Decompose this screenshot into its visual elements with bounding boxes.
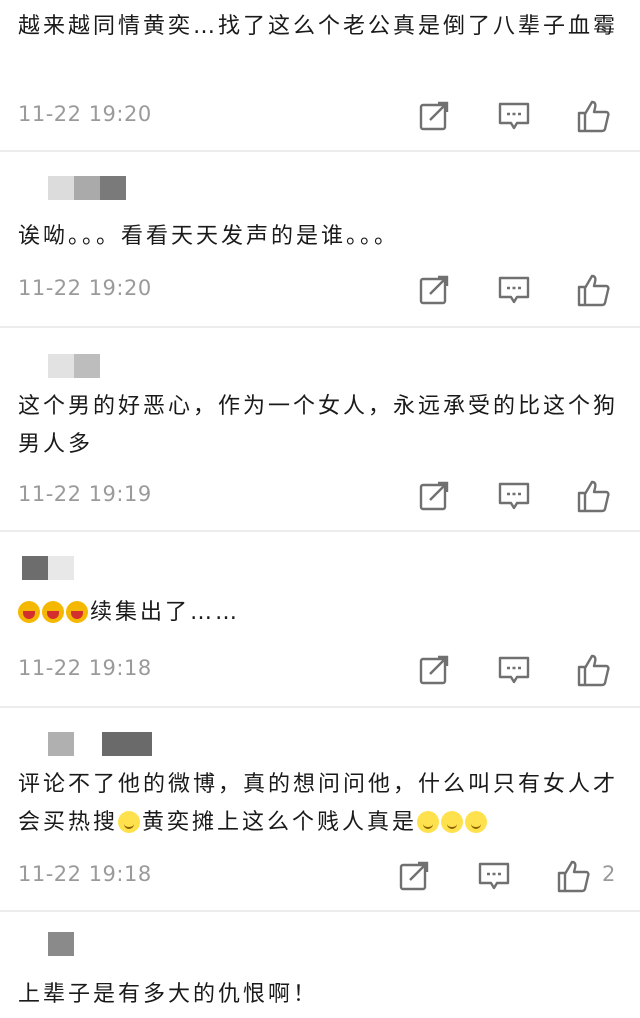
username-blurred: [48, 176, 126, 200]
thumbs-up-icon[interactable]: [556, 858, 592, 894]
smile-emoji: [118, 811, 141, 833]
thumbs-up-icon[interactable]: [576, 98, 612, 134]
comment-time: 11-22 19:20: [18, 102, 152, 126]
share-icon[interactable]: [396, 858, 432, 894]
laugh-emoji: [42, 601, 64, 623]
comment-time: 11-22 19:19: [18, 482, 152, 506]
comment-text-content: 黄奕摊上这么个贱人真是: [142, 810, 418, 835]
smile-emoji: [441, 811, 464, 833]
comment-icon[interactable]: [496, 98, 532, 134]
comment-icon[interactable]: [496, 478, 532, 514]
divider: [0, 326, 640, 328]
comment-time: 11-22 19:20: [18, 276, 152, 300]
comment-text-content: 续集出了……: [90, 600, 241, 625]
share-icon[interactable]: [416, 98, 452, 134]
comment-meta: 11-22 19:20: [18, 98, 640, 134]
comment-text: 这个男的好恶心，作为一个女人，永远承受的比这个狗男人多: [18, 394, 619, 457]
comment-meta: 11-22 19:18: [18, 652, 640, 688]
divider: [0, 706, 640, 708]
divider: [0, 910, 640, 912]
like-count: 2: [602, 862, 616, 886]
comment-icon[interactable]: [496, 652, 532, 688]
username-blurred: [48, 732, 152, 756]
smile-emoji: [465, 811, 488, 833]
laugh-emoji: [18, 601, 40, 623]
smile-emoji: [417, 811, 440, 833]
share-icon[interactable]: [416, 652, 452, 688]
laugh-emoji: [66, 601, 88, 623]
comment-time: 11-22 19:18: [18, 862, 152, 886]
username-blurred: [22, 556, 74, 580]
comment-text: 评论不了他的微博，真的想问问他，什么叫只有女人才会买热搜 黄奕摊上这么个贱人真是: [18, 766, 628, 842]
comment-icon[interactable]: [496, 272, 532, 308]
comment-text: 上辈子是有多大的仇恨啊！: [18, 982, 319, 1007]
username-blurred: [48, 932, 74, 956]
comment-meta: 11-22 19:18 2: [18, 858, 640, 894]
comment-time: 11-22 19:18: [18, 656, 152, 680]
comment-text: 续集出了……: [18, 594, 628, 632]
divider: [0, 150, 640, 152]
comment-text: 越来越同情黄奕…找了这么个老公真是倒了八辈子血霉: [18, 14, 619, 39]
comment-meta: 11-22 19:19: [18, 478, 640, 514]
comment-meta: 11-22 19:20: [18, 272, 640, 308]
thumbs-up-icon[interactable]: [576, 652, 612, 688]
share-icon[interactable]: [416, 478, 452, 514]
divider: [0, 530, 640, 532]
comment-text: 诶呦。。。看看天天发声的是谁。。。: [18, 224, 400, 249]
comment-icon[interactable]: [476, 858, 512, 894]
thumbs-up-icon[interactable]: [576, 272, 612, 308]
username-blurred: [48, 354, 100, 378]
thumbs-up-icon[interactable]: [576, 478, 612, 514]
share-icon[interactable]: [416, 272, 452, 308]
